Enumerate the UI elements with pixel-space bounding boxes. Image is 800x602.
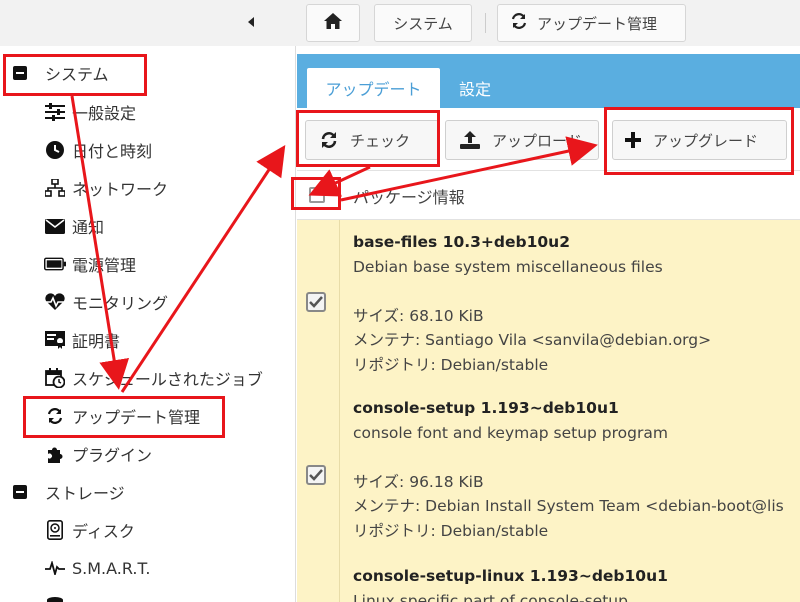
sidebar-item-smart[interactable]: S.M.A.R.T. — [44, 549, 150, 587]
sidebar-item-label: 証明書 — [72, 332, 121, 351]
package-list: base-files 10.3+deb10u2 Debian base syst… — [297, 220, 800, 602]
sidebar-item-notification[interactable]: 通知 — [44, 207, 104, 245]
sidebar-item-label: 電源管理 — [72, 256, 137, 275]
sidebar-item-scheduled-jobs[interactable]: スケジュールされたジョブ — [44, 359, 263, 397]
sidebar-item-date-time[interactable]: 日付と時刻 — [44, 131, 152, 169]
tab-settings[interactable]: 設定 — [459, 68, 491, 108]
package-details: console-setup-linux 1.193~deb10u1 Linux … — [353, 564, 668, 602]
refresh-icon — [510, 12, 528, 34]
calendar-clock-icon — [44, 367, 66, 389]
upgrade-button[interactable]: アップグレード — [612, 120, 787, 160]
check-button-label: チェック — [350, 131, 411, 150]
sidebar-section-label: ストレージ — [45, 484, 125, 503]
hdd-icon — [44, 519, 66, 541]
tab-label: 設定 — [459, 80, 492, 99]
sidebar-section-system[interactable]: システム — [12, 54, 109, 92]
package-maintainer: メンテナ: Debian Install System Team <debian… — [353, 497, 784, 515]
column-divider — [339, 220, 340, 602]
battery-icon — [44, 253, 66, 275]
upload-button-label: アップロード — [492, 131, 583, 150]
sidebar: システム 一般設定 日付と時刻 ネットワーク 通知 電源管理 モニタリング 証明… — [0, 46, 296, 602]
package-maintainer: メンテナ: Santiago Vila <sanvila@debian.org> — [353, 331, 712, 349]
package-description: Debian base system miscellaneous files — [353, 257, 663, 276]
sidebar-item-certificates[interactable]: 証明書 — [44, 321, 120, 359]
upload-icon — [460, 131, 480, 149]
package-details: base-files 10.3+deb10u2 Debian base syst… — [353, 230, 711, 377]
collapse-minus-icon — [12, 484, 28, 500]
main-panel: アップデート 設定 チェック アップロード アップグレード パッケージ情報 ba… — [297, 46, 800, 602]
sitemap-icon — [44, 177, 66, 199]
envelope-icon — [44, 215, 66, 237]
sidebar-item-label: モニタリング — [72, 294, 169, 313]
collapse-minus-icon — [12, 65, 28, 81]
plus-icon — [625, 132, 641, 148]
sidebar-item-plugins[interactable]: プラグイン — [44, 435, 152, 473]
sidebar-item-power[interactable]: 電源管理 — [44, 245, 136, 283]
sidebar-item-update-management[interactable]: アップデート管理 — [44, 397, 200, 435]
tab-label: アップデート — [325, 80, 422, 99]
refresh-icon — [44, 405, 66, 427]
home-icon — [324, 13, 342, 33]
package-name: console-setup-linux 1.193~deb10u1 — [353, 567, 668, 585]
package-name: console-setup 1.193~deb10u1 — [353, 399, 619, 417]
package-repository: リポジトリ: Debian/stable — [353, 355, 549, 374]
package-repository: リポジトリ: Debian/stable — [353, 521, 549, 540]
collapse-sidebar-button[interactable] — [244, 12, 260, 32]
breadcrumb-separator — [485, 13, 486, 33]
tab-bar: アップデート 設定 — [297, 54, 800, 108]
sync-icon — [320, 131, 338, 149]
app-window: システム アップデート管理 システム 一般設定 日付と時刻 ネットワーク 通知 … — [0, 0, 800, 602]
sidebar-item-label: 日付と時刻 — [72, 142, 153, 161]
sidebar-item-label: アップデート管理 — [72, 408, 201, 427]
upload-button[interactable]: アップロード — [445, 120, 599, 160]
breadcrumb-home-button[interactable] — [306, 4, 360, 42]
sidebar-section-label: システム — [45, 65, 109, 84]
breadcrumb-item-system[interactable]: システム — [374, 4, 472, 42]
breadcrumb-label: システム — [393, 14, 453, 33]
package-description: console font and keymap setup program — [353, 423, 668, 442]
database-icon — [44, 595, 66, 602]
sidebar-item-general-settings[interactable]: 一般設定 — [44, 93, 136, 131]
sidebar-item-label: スケジュールされたジョブ — [72, 370, 263, 389]
heartbeat-icon — [44, 291, 66, 313]
breadcrumb-label: アップデート管理 — [537, 14, 658, 33]
tab-updates[interactable]: アップデート — [307, 68, 440, 108]
sidebar-item-label: 一般設定 — [72, 104, 137, 123]
package-size: サイズ: 68.10 KiB — [353, 306, 484, 325]
sidebar-item-label: プラグイン — [72, 446, 153, 465]
sidebar-item-label: ディスク — [72, 522, 135, 541]
top-bar: システム アップデート管理 — [0, 0, 800, 46]
puzzle-icon — [44, 443, 66, 465]
sidebar-item-monitoring[interactable]: モニタリング — [44, 283, 168, 321]
sliders-icon — [44, 101, 66, 123]
package-size: サイズ: 96.18 KiB — [353, 472, 484, 491]
check-button[interactable]: チェック — [305, 120, 439, 160]
package-details: console-setup 1.193~deb10u1 console font… — [353, 396, 784, 543]
sidebar-section-storage[interactable]: ストレージ — [12, 473, 125, 511]
sidebar-item-label: 通知 — [72, 218, 105, 237]
column-header-package-info: パッケージ情報 — [353, 188, 465, 207]
pulse-icon — [44, 557, 66, 579]
package-list-header: パッケージ情報 — [297, 170, 800, 220]
breadcrumb-item-update-management[interactable]: アップデート管理 — [497, 4, 686, 42]
toolbar: チェック アップロード アップグレード — [297, 108, 800, 170]
sidebar-item-partial[interactable] — [44, 587, 72, 602]
sidebar-item-label: ネットワーク — [72, 180, 169, 199]
row-checkbox[interactable] — [306, 465, 326, 485]
clock-icon — [44, 139, 66, 161]
check-icon — [309, 469, 323, 481]
select-all-checkbox[interactable] — [309, 187, 325, 203]
sidebar-item-disks[interactable]: ディスク — [44, 511, 135, 549]
check-icon — [309, 296, 323, 308]
certificate-icon — [44, 329, 66, 351]
package-name: base-files 10.3+deb10u2 — [353, 233, 570, 251]
sidebar-item-label: S.M.A.R.T. — [72, 558, 151, 578]
row-checkbox[interactable] — [306, 292, 326, 312]
sidebar-item-network[interactable]: ネットワーク — [44, 169, 168, 207]
upgrade-button-label: アップグレード — [653, 131, 759, 150]
package-description: Linux specific part of console-setup — [353, 591, 628, 602]
